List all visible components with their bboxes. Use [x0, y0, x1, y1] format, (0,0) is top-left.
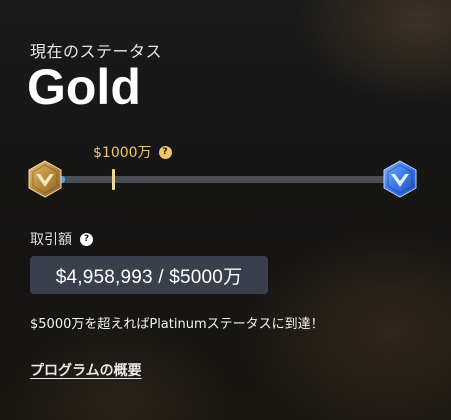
- program-overview-link[interactable]: プログラムの概要: [30, 360, 142, 380]
- trading-volume-box: $4,958,993 / $5000万: [30, 256, 268, 294]
- upgrade-note: $5000万を超えればPlatinumステータスに到達！: [30, 317, 324, 332]
- trading-volume-row: 取引額 ?: [30, 229, 93, 249]
- threshold-marker: [112, 169, 115, 190]
- trading-volume-value: $4,958,993 / $5000万: [55, 266, 243, 288]
- threshold-row: $1000万 ?: [93, 142, 172, 162]
- current-tier-name: Gold: [27, 59, 141, 115]
- gold-tier-icon: [28, 160, 62, 198]
- trading-volume-help-icon[interactable]: ?: [80, 232, 93, 246]
- threshold-label: $1000万: [93, 145, 152, 161]
- platinum-tier-icon: [383, 160, 417, 198]
- vip-status-panel: 現在のステータス Gold $1000万 ? 取引額 ? $4,958,993 …: [0, 0, 451, 420]
- progress-track: [44, 176, 400, 183]
- trading-volume-label: 取引額: [30, 232, 72, 248]
- threshold-help-icon[interactable]: ?: [158, 145, 172, 159]
